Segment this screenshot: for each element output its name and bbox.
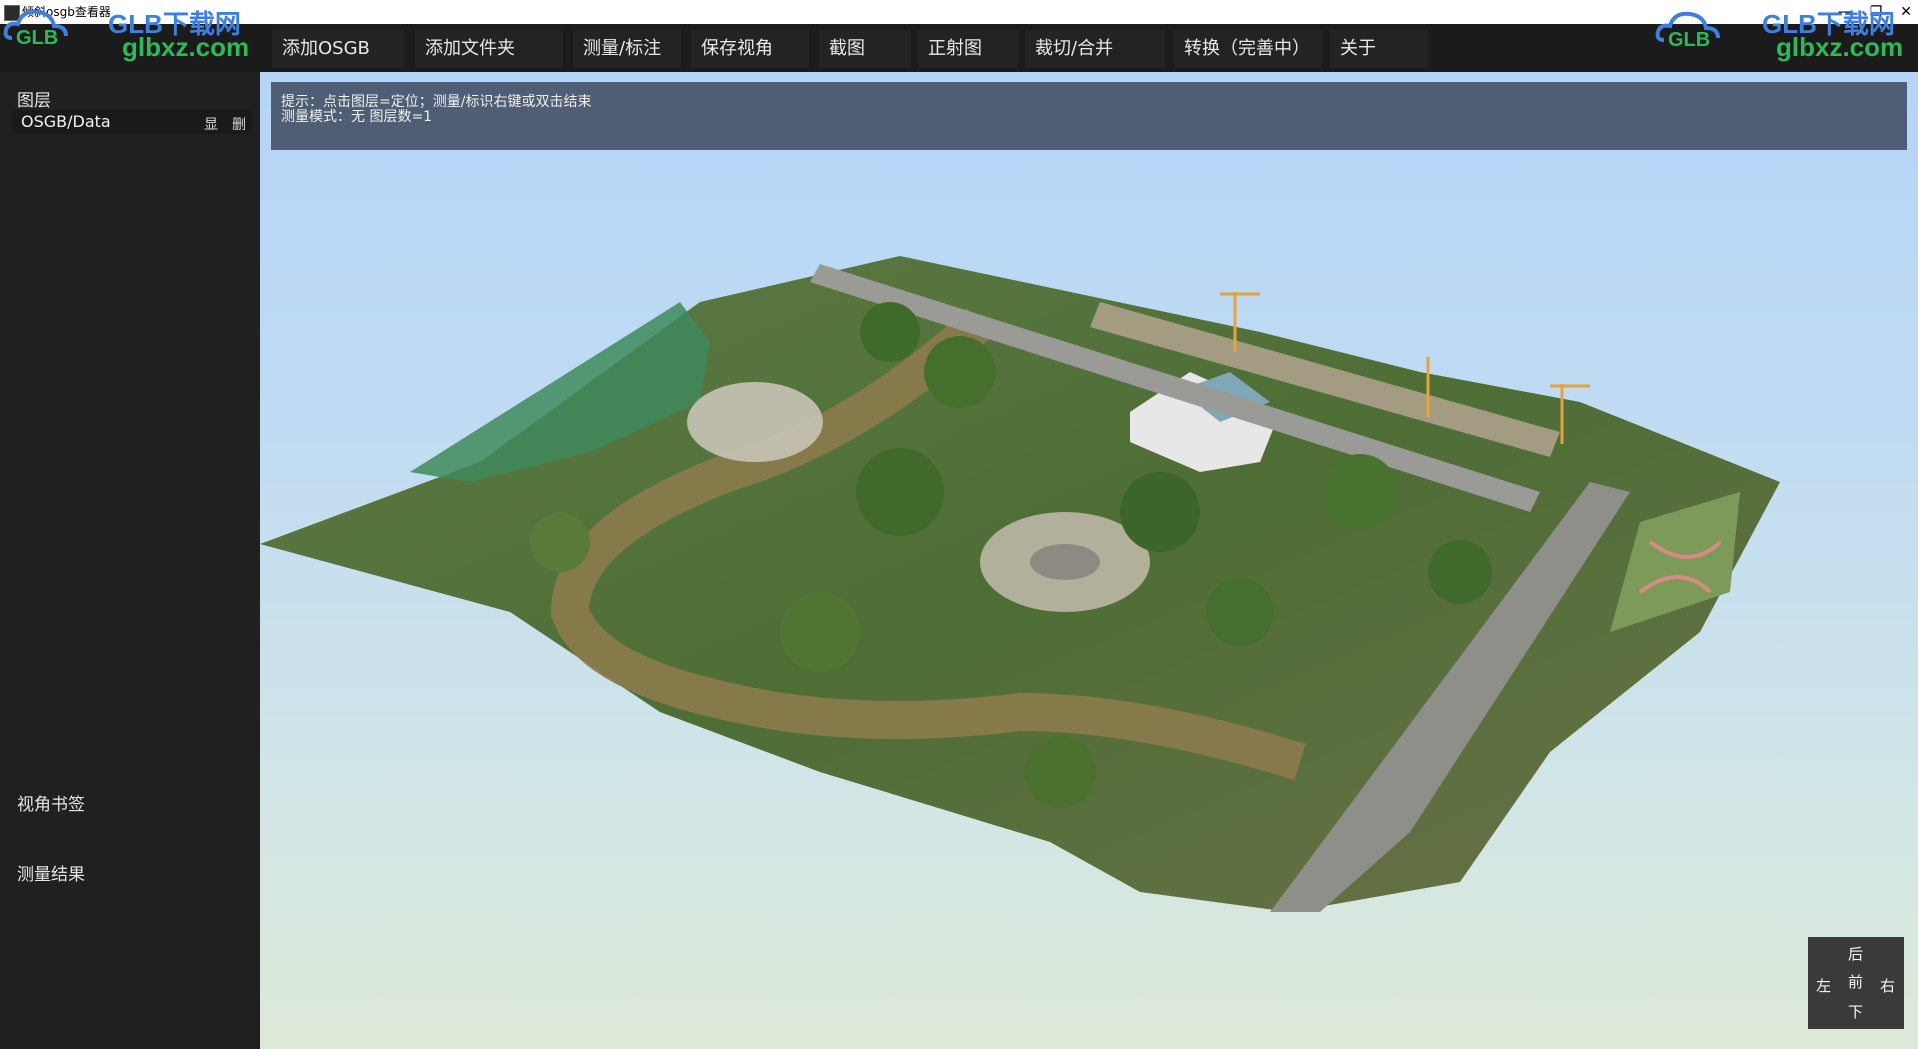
layer-delete-button[interactable]: 删 [232,114,246,134]
hint-panel: 提示：点击图层=定位；测量/标识右键或双击结束 测量模式：无 图层数=1 [271,82,1907,150]
navigation-pad: 后 左 前 右 下 [1808,937,1904,1029]
add-osgb-button[interactable]: 添加OSGB [272,30,404,68]
layers-heading: 图层 [17,91,51,111]
hint-line-2: 测量模式：无 图层数=1 [281,109,433,125]
save-view-button[interactable]: 保存视角 [691,30,809,68]
screenshot-button[interactable]: 截图 [819,30,911,68]
clip-merge-button[interactable]: 裁切/合并 [1025,30,1165,68]
add-folder-button[interactable]: 添加文件夹 [415,30,563,68]
about-button[interactable]: 关于 [1330,30,1428,68]
watermark-logo-text: GLB [16,27,58,46]
orthophoto-button[interactable]: 正射图 [918,30,1018,68]
convert-button[interactable]: 转换（完善中） [1174,30,1322,68]
layer-show-button[interactable]: 显 [204,114,218,134]
glb-cloud-logo-icon: GLB [1655,11,1720,48]
nav-left-button[interactable]: 左 [1816,975,1831,996]
nav-right-button[interactable]: 右 [1880,975,1895,996]
3d-viewport[interactable]: 提示：点击图层=定位；测量/标识右键或双击结束 测量模式：无 图层数=1 [260,72,1918,1049]
window-title-bar: 倾斜osgb查看器 — ❐ ✕ [0,0,1918,24]
watermark-url-text: glbxz.com [1776,32,1904,62]
watermark-logo-text: GLB [1668,29,1710,48]
sidebar: 图层 OSGB/Data 显 删 视角书签 测量结果 [0,72,260,1049]
layer-name[interactable]: OSGB/Data [21,112,111,131]
watermark-url-text: glbxz.com [122,32,250,62]
layer-item[interactable]: OSGB/Data 显 删 [12,110,252,134]
glb-cloud-logo-icon: GLB [3,9,68,46]
bookmarks-heading: 视角书签 [17,795,85,815]
measure-annotate-button[interactable]: 测量/标注 [573,30,681,68]
nav-back-button[interactable]: 后 [1848,943,1863,964]
nav-front-button[interactable]: 前 [1848,971,1863,992]
nav-down-button[interactable]: 下 [1848,1001,1863,1022]
close-button[interactable]: ✕ [1900,0,1912,24]
hint-line-1: 提示：点击图层=定位；测量/标识右键或双击结束 [281,94,592,110]
main-toolbar: 添加OSGB 添加文件夹 测量/标注 保存视角 截图 正射图 裁切/合并 转换（… [0,24,1918,72]
osgb-3d-model[interactable] [260,72,1918,1049]
measure-results-heading: 测量结果 [17,865,85,885]
